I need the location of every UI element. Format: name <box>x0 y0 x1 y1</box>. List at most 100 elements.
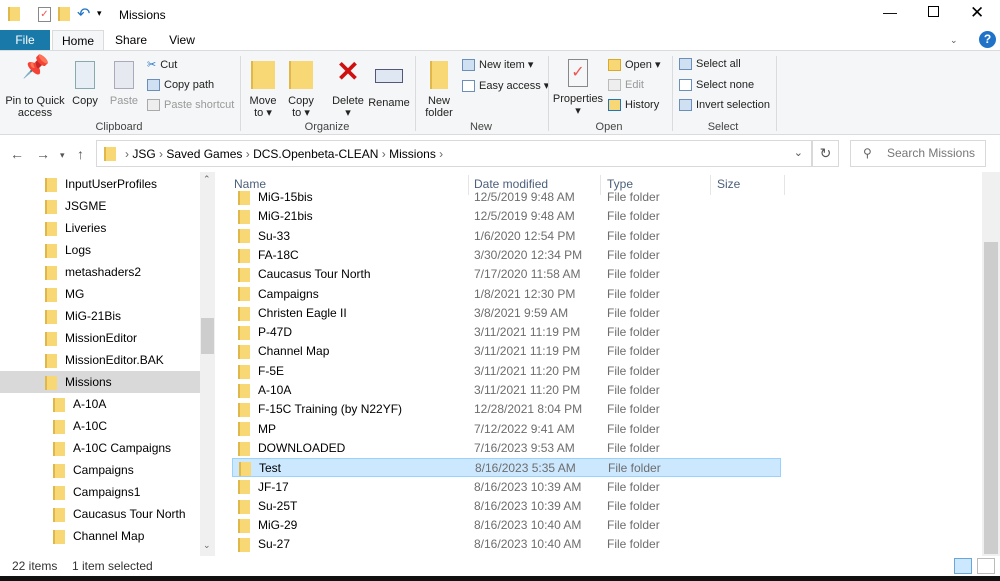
tree-item-label: Caucasus Tour North <box>73 507 186 521</box>
file-row[interactable]: MP 7/12/2022 9:41 AM File folder <box>232 420 781 439</box>
file-row[interactable]: Su-33 1/6/2020 12:54 PM File folder <box>232 227 781 246</box>
file-row[interactable]: Test 8/16/2023 5:35 AM File folder <box>232 458 781 478</box>
delete-button[interactable]: ✕ Delete ▾ <box>330 57 366 120</box>
tree-item[interactable]: MissionEditor.BAK <box>0 349 200 371</box>
pin-to-quick-access-button[interactable]: 📌 Pin to Quick access <box>2 56 68 120</box>
folder-icon <box>45 265 57 280</box>
customize-toolbar-icon[interactable]: ▾ <box>97 8 102 19</box>
folder-icon <box>45 375 57 390</box>
file-row[interactable]: DOWNLOADED 7/16/2023 9:53 AM File folder <box>232 439 781 458</box>
history-label: History <box>625 99 660 111</box>
open-button[interactable]: Open ▾ <box>608 58 661 72</box>
tree-item[interactable]: InputUserProfiles <box>0 173 200 195</box>
address-bar[interactable]: › JSG › Saved Games › DCS.Openbeta-CLEAN… <box>96 140 812 167</box>
file-row[interactable]: FA-18C 3/30/2020 12:34 PM File folder <box>232 246 781 265</box>
select-none-button[interactable]: Select none <box>679 79 754 92</box>
maximize-button[interactable] <box>928 6 939 17</box>
address-dropdown-icon[interactable]: ⌄ <box>794 146 803 159</box>
close-button[interactable]: ✕ <box>970 3 984 23</box>
file-row[interactable]: Christen Eagle II 3/8/2021 9:59 AM File fo… <box>232 304 781 323</box>
crumb-jsg[interactable]: JSG <box>132 147 155 161</box>
tree-item[interactable]: A-10A <box>0 393 200 415</box>
tree-item[interactable]: JSGME <box>0 195 200 217</box>
search-input[interactable]: ⚲ Search Missions <box>850 140 986 167</box>
expand-ribbon-icon[interactable]: ⌄ <box>950 35 958 46</box>
tab-view[interactable]: View <box>160 30 204 50</box>
large-icons-view-button[interactable] <box>977 558 995 574</box>
undo-icon[interactable]: ↶ <box>77 4 90 24</box>
tab-home[interactable]: Home <box>52 30 104 51</box>
copy-button[interactable]: Copy <box>68 61 102 107</box>
details-view-button[interactable] <box>954 558 972 574</box>
nav-scroll-thumb[interactable] <box>201 318 214 354</box>
file-row[interactable]: Caucasus Tour North 7/17/2020 11:58 AM Fil… <box>232 265 781 284</box>
rename-button[interactable]: Rename <box>368 61 410 109</box>
scroll-up-icon[interactable]: ⌃ <box>203 174 211 185</box>
back-button[interactable]: ← <box>10 146 24 162</box>
tree-item[interactable]: MissionEditor <box>0 327 200 349</box>
file-row[interactable]: F-5E 3/11/2021 11:20 PM File folder <box>232 362 781 381</box>
tree-item[interactable]: Channel Map <box>0 525 200 547</box>
file-row[interactable]: P-47D 3/11/2021 11:19 PM File folder <box>232 323 781 342</box>
divider <box>240 56 241 131</box>
list-scrollbar[interactable] <box>982 172 1000 556</box>
file-row[interactable]: MiG-15bis 12/5/2019 9:48 AM File folder <box>232 188 781 207</box>
file-row[interactable]: Campaigns 1/8/2021 12:30 PM File folder <box>232 285 781 304</box>
up-button[interactable]: ↑ <box>77 146 84 162</box>
divider[interactable] <box>784 175 785 195</box>
tree-item[interactable]: Campaigns <box>0 459 200 481</box>
crumb-missions[interactable]: Missions <box>389 147 436 161</box>
help-icon[interactable]: ? <box>979 31 996 48</box>
file-row[interactable]: Su-25T 8/16/2023 10:39 AM File folder <box>232 497 781 516</box>
nav-scrollbar[interactable]: ⌃ ⌄ <box>200 172 215 556</box>
file-date: 8/16/2023 10:40 AM <box>474 518 582 533</box>
tree-item[interactable]: A-10C <box>0 415 200 437</box>
file-row[interactable]: JF-17 8/16/2023 10:39 AM File folder <box>232 478 781 497</box>
file-name: F-5E <box>258 363 285 378</box>
tree-item[interactable]: A-10C Campaigns <box>0 437 200 459</box>
tree-item[interactable]: Campaigns1 <box>0 481 200 503</box>
history-button[interactable]: History <box>608 99 660 112</box>
file-row[interactable]: MiG-21bis 12/5/2019 9:48 AM File folder <box>232 207 781 226</box>
refresh-button[interactable]: ↻ <box>812 140 839 167</box>
tree-item[interactable]: metashaders2 <box>0 261 200 283</box>
easy-access-button[interactable]: Easy access ▾ <box>462 79 549 93</box>
new-item-button[interactable]: New item ▾ <box>462 58 533 72</box>
tree-item[interactable]: Liveries <box>0 217 200 239</box>
tree-item[interactable]: Caucasus Tour North <box>0 503 200 525</box>
properties-button[interactable]: ✓ Properties ▾ <box>552 59 604 117</box>
tab-file[interactable]: File <box>0 30 50 50</box>
edit-button[interactable]: Edit <box>608 79 644 92</box>
copy-to-button[interactable]: Copy to ▾ <box>284 61 318 119</box>
file-row[interactable]: A-10A 3/11/2021 11:20 PM File folder <box>232 381 781 400</box>
list-scroll-thumb[interactable] <box>984 242 998 554</box>
folder-icon <box>45 287 57 302</box>
paste-button[interactable]: Paste <box>106 61 142 107</box>
properties-quick-icon[interactable]: ✓ <box>38 7 51 22</box>
tree-item[interactable]: Logs <box>0 239 200 261</box>
move-to-button[interactable]: Move to ▾ <box>246 61 280 119</box>
copy-path-button[interactable]: Copy path <box>147 79 214 92</box>
new-folder-quick-icon[interactable] <box>58 7 70 21</box>
file-row[interactable]: Channel Map 3/11/2021 11:19 PM File folder <box>232 342 781 361</box>
select-all-button[interactable]: Select all <box>679 58 741 71</box>
forward-button[interactable]: → <box>36 146 50 162</box>
open-group-label: Open <box>595 121 623 133</box>
file-row[interactable]: Su-27 8/16/2023 10:40 AM File folder <box>232 535 781 554</box>
folder-icon <box>238 190 250 205</box>
new-folder-button[interactable]: New folder <box>421 61 457 119</box>
crumb-dcs[interactable]: DCS.Openbeta-CLEAN <box>253 147 378 161</box>
scroll-down-icon[interactable]: ⌄ <box>203 540 211 551</box>
tree-item[interactable]: MiG-21Bis <box>0 305 200 327</box>
tab-share[interactable]: Share <box>110 30 152 50</box>
minimize-button[interactable]: — <box>883 4 897 20</box>
tree-item[interactable]: Missions <box>0 371 200 393</box>
crumb-saved-games[interactable]: Saved Games <box>166 147 242 161</box>
paste-shortcut-button[interactable]: Paste shortcut <box>147 99 234 112</box>
cut-button[interactable]: ✂ Cut <box>147 58 177 71</box>
file-row[interactable]: F-15C Training (by N22YF) 12/28/2021 8:04… <box>232 400 781 419</box>
invert-selection-button[interactable]: Invert selection <box>679 99 770 112</box>
file-row[interactable]: MiG-29 8/16/2023 10:40 AM File folder <box>232 516 781 535</box>
recent-locations-icon[interactable]: ▾ <box>60 150 65 161</box>
tree-item[interactable]: MG <box>0 283 200 305</box>
